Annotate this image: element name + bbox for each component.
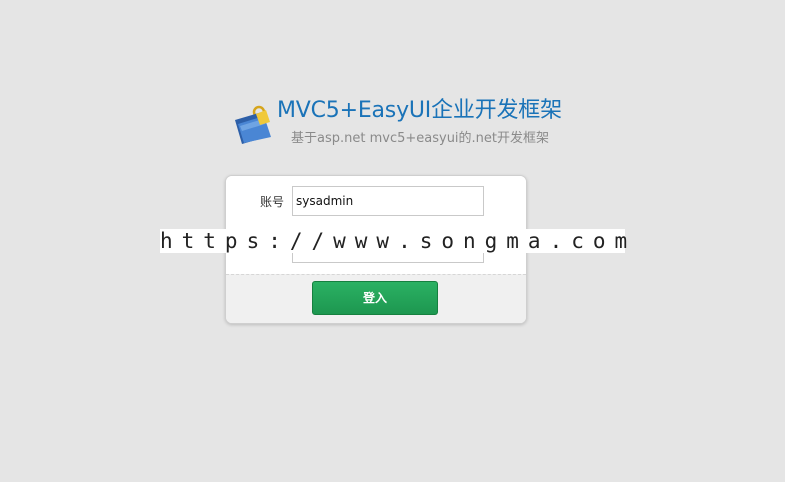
watermark-url: https://www.songma.com [160, 229, 637, 253]
app-header: MVC5+EasyUI企业开发框架 基于asp.net mvc5+easyui的… [232, 96, 592, 152]
folder-with-key-icon [232, 100, 274, 144]
app-subtitle: 基于asp.net mvc5+easyui的.net开发框架 [291, 131, 550, 146]
login-form: 账号 密码 [226, 176, 526, 274]
login-button[interactable]: 登入 [312, 281, 438, 315]
form-footer: 登入 [226, 274, 526, 323]
account-input[interactable] [292, 186, 484, 216]
app-title: MVC5+EasyUI企业开发框架 [277, 98, 562, 123]
account-label: 账号 [260, 195, 285, 209]
